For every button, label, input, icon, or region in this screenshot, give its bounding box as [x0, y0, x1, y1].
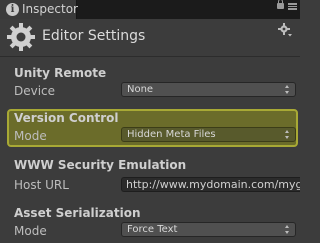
header-divider [0, 56, 300, 57]
as-mode-value: Force Text [127, 224, 178, 235]
tab-bar: Inspector [0, 0, 300, 19]
host-url-value: http://www.mydomain.com/mygam [126, 178, 300, 191]
vc-mode-label: Mode [14, 129, 47, 143]
device-value: None [127, 84, 154, 95]
dropdown-arrows-icon [285, 85, 290, 94]
host-url-input[interactable]: http://www.mydomain.com/mygam [121, 177, 300, 192]
section-version-control-title: Version Control [14, 111, 119, 125]
as-mode-label: Mode [14, 224, 47, 238]
vc-mode-value: Hidden Meta Files [127, 129, 216, 140]
section-unity-remote-title: Unity Remote [14, 66, 107, 80]
tab-label: Inspector [22, 2, 78, 16]
device-label: Device [14, 84, 56, 98]
device-dropdown[interactable]: None [121, 82, 296, 97]
as-mode-dropdown[interactable]: Force Text [121, 222, 296, 237]
section-asset-serialization-title: Asset Serialization [14, 206, 141, 220]
gear-icon [7, 23, 35, 51]
dropdown-arrows-icon [285, 225, 290, 234]
host-url-label: Host URL [14, 178, 69, 192]
dropdown-arrows-icon [285, 130, 290, 139]
tab-inspector[interactable]: Inspector [0, 0, 78, 19]
menu-icon[interactable] [288, 3, 297, 10]
info-icon [6, 3, 19, 16]
inspector-header: Editor Settings [0, 19, 300, 55]
section-www-security-title: WWW Security Emulation [14, 158, 187, 172]
vc-mode-dropdown[interactable]: Hidden Meta Files [121, 127, 296, 142]
lock-icon[interactable] [277, 0, 284, 9]
page-title: Editor Settings [42, 28, 146, 44]
settings-gear-icon[interactable] [278, 23, 292, 37]
